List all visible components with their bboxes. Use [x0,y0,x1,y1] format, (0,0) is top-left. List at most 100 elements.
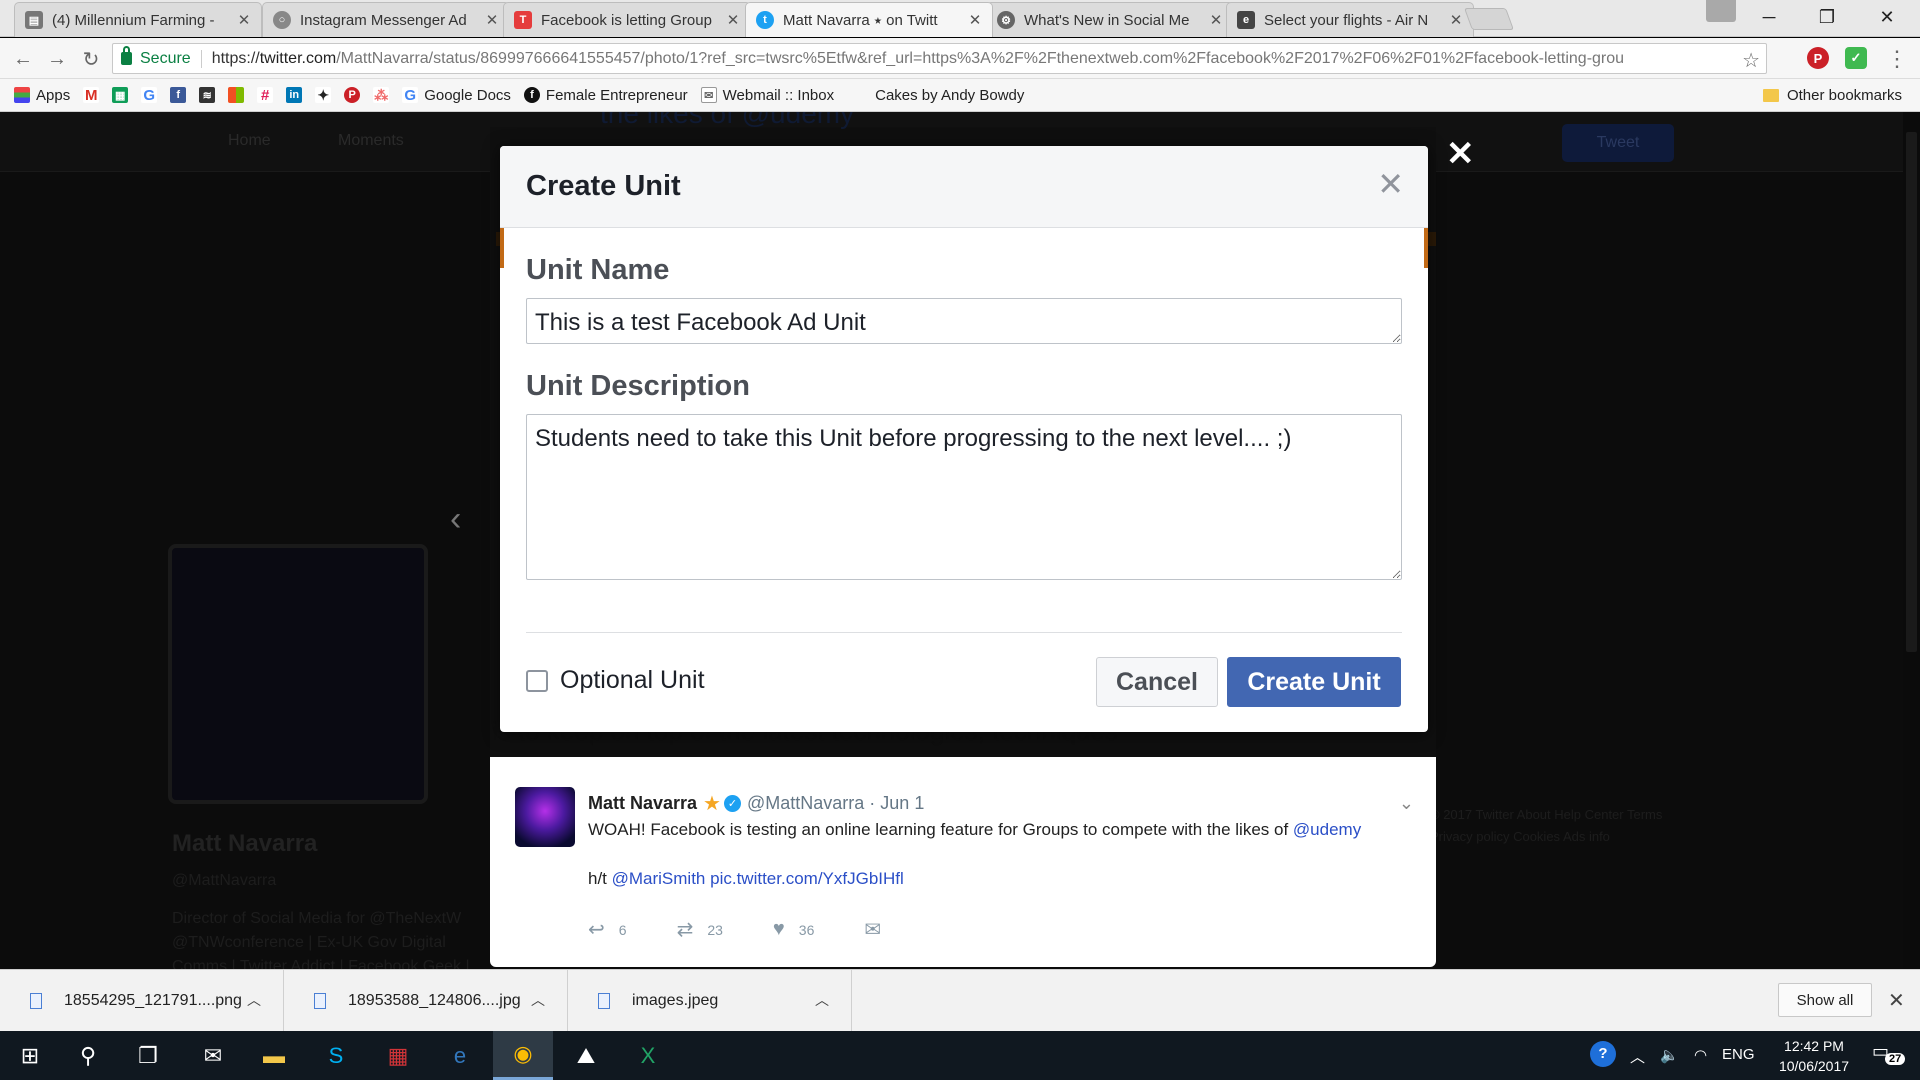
close-tab-icon[interactable]: ✕ [726,11,740,29]
chrome-icon[interactable]: ◉ [493,1031,553,1080]
bookmark-star-icon[interactable]: ☆ [1742,48,1760,73]
page-icon: e [1237,11,1255,29]
direct-message-button[interactable]: ✉ [864,917,895,942]
url-scheme: https:// [211,49,260,67]
chevron-up-icon[interactable]: ︿ [1630,1046,1645,1067]
start-windows-icon[interactable]: ⊞ [0,1031,60,1080]
chevron-up-icon[interactable]: ︿ [247,990,261,1010]
tweet-date[interactable]: Jun 1 [880,793,924,814]
tweet-author-name[interactable]: Matt Navarra [588,793,697,814]
browser-tab-5[interactable]: ⚙ What's New in Social Me ✕ [986,2,1234,37]
browser-tab-3[interactable]: T Facebook is letting Group ✕ [503,2,751,37]
bookmark-pinterest[interactable]: P [344,87,361,103]
excel-icon[interactable]: X [618,1031,678,1080]
volume-icon[interactable]: 🔈 [1660,1046,1679,1064]
file-explorer-icon[interactable]: ▬ [244,1031,304,1080]
forward-icon[interactable]: → [44,46,70,72]
create-unit-button[interactable]: Create Unit [1227,657,1401,707]
bookmark-sheets[interactable]: ▦ [112,87,129,103]
tab-strip: ▤ (4) Millennium Farming - ✕ ○ Instagram… [0,0,1920,37]
download-item[interactable]: 18554295_121791....png ︿ [0,970,284,1032]
close-tab-icon[interactable]: ✕ [485,11,499,29]
reload-icon[interactable]: ↻ [78,46,104,72]
previous-photo-icon[interactable]: ‹ [450,500,461,539]
bookmark-slack[interactable]: # [257,87,274,104]
tweet-mention-link[interactable]: @udemy [1293,820,1361,839]
bookmark-google[interactable]: G [141,87,158,104]
chevron-down-icon[interactable]: ⌄ [1399,793,1414,814]
tab-title: Instagram Messenger Ad [300,11,467,29]
close-tab-icon[interactable]: ✕ [1449,11,1463,29]
bookmark-buffer[interactable]: ≋ [199,87,216,103]
bookmark-linkedin[interactable]: in [286,87,303,103]
like-button[interactable]: ♥ 36 [773,918,814,941]
reply-button[interactable]: ↩ 6 [588,917,627,942]
optional-unit-toggle[interactable]: Optional Unit [526,666,705,695]
bookmark-google-docs[interactable]: G Google Docs [402,87,511,104]
profile-handle: @MattNavarra [172,872,277,889]
browser-tab-1[interactable]: ▤ (4) Millennium Farming - ✕ [14,2,262,37]
calendar-app-icon[interactable]: ▦ [368,1031,428,1080]
evernote-extension-icon[interactable]: ✓ [1845,47,1867,69]
other-bookmarks[interactable]: Other bookmarks [1762,87,1902,104]
linkedin-icon: in [286,87,303,103]
wifi-icon[interactable]: ◠ [1694,1046,1707,1064]
bookmark-facebook[interactable]: f [170,87,187,103]
bookmark-apps[interactable]: Apps [14,87,70,104]
retweet-button[interactable]: ⇄ 23 [677,917,723,942]
unit-name-input[interactable] [526,298,1402,344]
new-tab-button[interactable] [1463,8,1515,30]
tweet-button: Tweet [1562,124,1674,162]
page-scrollbar[interactable] [1903,112,1920,969]
bookmark-cakes[interactable]: Cakes by Andy Bowdy [875,87,1024,104]
optional-unit-checkbox[interactable] [526,669,548,692]
bookmark-asana[interactable]: ⁂ [373,87,390,103]
pinterest-extension-icon[interactable]: P [1807,47,1829,69]
hat-tip-prefix: h/t [588,869,612,888]
close-tab-icon[interactable]: ✕ [1209,11,1223,29]
back-icon[interactable]: ← [10,46,36,72]
action-center-icon[interactable]: ▭ 27 [1872,1041,1906,1069]
tweet-avatar[interactable] [515,787,575,847]
close-tab-icon[interactable]: ✕ [968,11,982,29]
menu-icon[interactable]: ⋮ [1884,46,1910,72]
tweet-author-handle[interactable]: @MattNavarra [747,793,864,814]
restore-icon[interactable]: ❐ [1798,0,1856,34]
close-icon[interactable]: ✕ [1377,168,1404,200]
browser-tab-4-active[interactable]: t Matt Navarra ⭑ on Twitt ✕ [745,2,993,37]
bookmark-webmail[interactable]: ✉ Webmail :: Inbox [700,87,834,104]
minimize-icon[interactable]: ─ [1740,0,1798,34]
system-clock[interactable]: 12:42 PM 10/06/2017 [1764,1036,1864,1076]
mail-icon[interactable]: ✉ [183,1031,243,1080]
chevron-up-icon[interactable]: ︿ [815,990,829,1010]
scrollbar-thumb[interactable] [1906,132,1917,652]
browser-tab-6[interactable]: e Select your flights - Air N ✕ [1226,2,1474,37]
search-icon[interactable]: ⚲ [58,1031,118,1080]
browser-tab-2[interactable]: ○ Instagram Messenger Ad ✕ [262,2,510,37]
language-indicator[interactable]: ENG [1722,1046,1755,1063]
skype-icon[interactable]: S [306,1031,366,1080]
close-window-icon[interactable]: ✕ [1858,0,1916,34]
address-bar[interactable]: Secure https://twitter.com/MattNavarra/s… [112,43,1767,74]
download-filename: 18554295_121791....png [64,992,242,1009]
close-photo-icon[interactable]: ✕ [1446,137,1475,171]
help-icon[interactable]: ? [1590,1041,1616,1067]
bookmark-female-entrepreneur[interactable]: f Female Entrepreneur [523,87,688,104]
edge-icon[interactable]: e [430,1031,490,1080]
bookmark-gmail[interactable]: M [83,87,100,104]
hat-tip-mention-link[interactable]: @MariSmith [612,869,706,888]
bookmark-office[interactable] [228,87,245,103]
photos-icon[interactable]: ⛰ [556,1031,616,1080]
pic-link[interactable]: pic.twitter.com/YxfJGbIHfl [710,869,904,888]
unit-description-input[interactable] [526,414,1402,580]
close-tab-icon[interactable]: ✕ [237,11,251,29]
show-all-button[interactable]: Show all [1778,983,1872,1017]
task-view-icon[interactable]: ❐ [118,1031,178,1080]
download-item[interactable]: 18953588_124806....jpg ︿ [284,970,568,1032]
profile-icon[interactable] [1706,0,1736,22]
download-item[interactable]: images.jpeg ︿ [568,970,852,1032]
chevron-up-icon[interactable]: ︿ [531,990,545,1010]
bookmark-sparkle[interactable]: ✦ [315,87,332,103]
close-icon[interactable]: ✕ [1888,988,1905,1013]
cancel-button[interactable]: Cancel [1096,657,1218,707]
